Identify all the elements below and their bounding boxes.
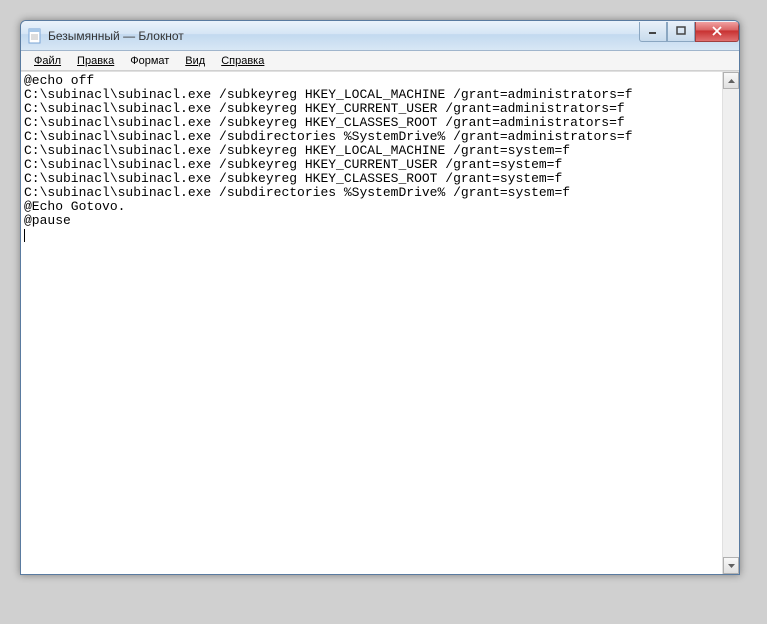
menu-edit[interactable]: Правка (70, 53, 121, 69)
titlebar[interactable]: Безымянный — Блокнот (21, 21, 739, 51)
close-button[interactable] (695, 22, 739, 42)
content-area: @echo off C:\subinacl\subinacl.exe /subk… (21, 71, 739, 574)
scroll-up-button[interactable] (723, 72, 739, 89)
menu-format[interactable]: Формат (123, 53, 176, 69)
menu-help[interactable]: Справка (214, 53, 271, 69)
minimize-button[interactable] (639, 22, 667, 42)
menu-file[interactable]: Файл (27, 53, 68, 69)
notepad-icon (27, 28, 43, 44)
notepad-window: Безымянный — Блокнот Файл Правка Формат … (20, 20, 740, 575)
menubar: Файл Правка Формат Вид Справка (21, 51, 739, 71)
menu-view[interactable]: Вид (178, 53, 212, 69)
window-title: Безымянный — Блокнот (48, 29, 639, 43)
scroll-track[interactable] (723, 89, 739, 557)
maximize-button[interactable] (667, 22, 695, 42)
text-caret (24, 229, 25, 242)
window-controls (639, 22, 739, 42)
text-editor[interactable]: @echo off C:\subinacl\subinacl.exe /subk… (21, 72, 722, 574)
editor-text: @echo off C:\subinacl\subinacl.exe /subk… (24, 73, 633, 228)
scroll-down-button[interactable] (723, 557, 739, 574)
vertical-scrollbar[interactable] (722, 72, 739, 574)
